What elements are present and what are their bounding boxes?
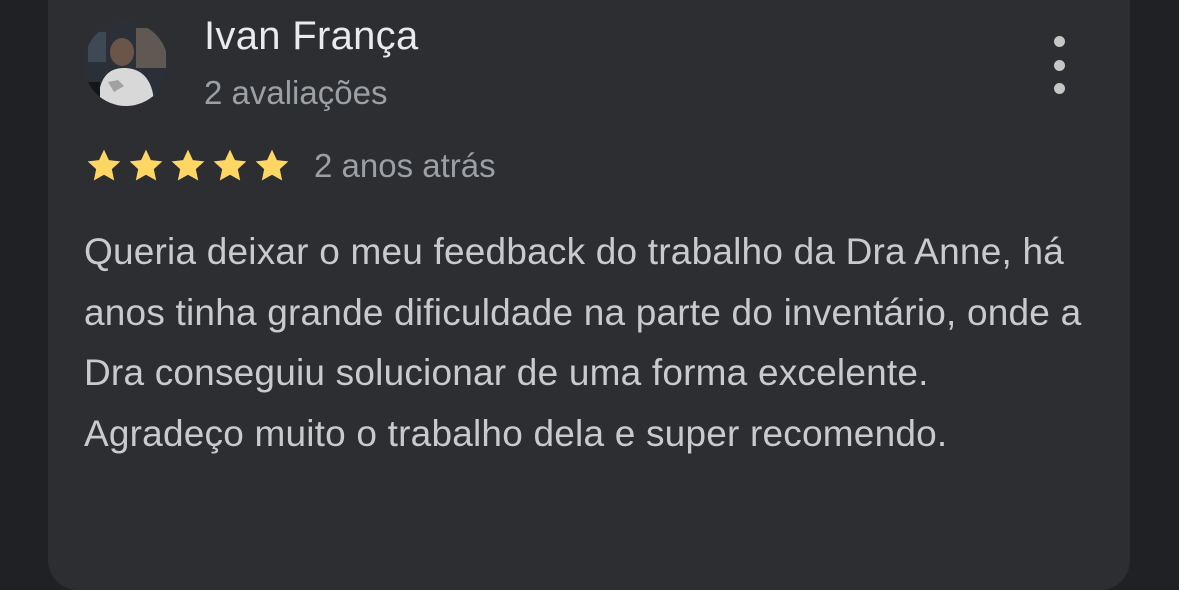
star-icon [252, 146, 292, 186]
review-text: Queria deixar o meu feedback do trabalho… [84, 231, 1082, 454]
avatar-photo [84, 22, 168, 106]
reviewer-avatar[interactable] [84, 22, 168, 106]
more-vert-icon-dot [1053, 83, 1065, 94]
star-icon [84, 146, 124, 186]
more-vert-icon-dot [1053, 59, 1065, 71]
more-vert-icon [1053, 36, 1065, 47]
rating-row: 2 anos atrás [84, 144, 496, 188]
review-date: 2 anos atrás [314, 147, 496, 184]
star-icon [126, 146, 166, 186]
star-icon [168, 146, 208, 186]
review-count: 2 avaliações [204, 74, 388, 111]
reviewer-name[interactable]: Ivan França [204, 14, 419, 59]
more-options-button[interactable] [1036, 36, 1082, 94]
star-icon [210, 146, 250, 186]
star-rating [84, 146, 292, 186]
